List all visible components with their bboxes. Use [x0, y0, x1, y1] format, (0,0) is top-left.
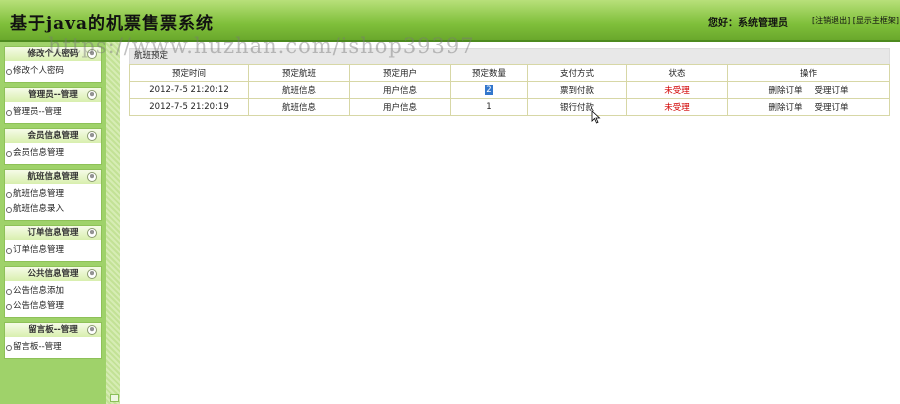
sidebar-group-members: 会员信息管理 ⊗ 会员信息管理 [4, 128, 102, 165]
sidebar-item-members[interactable]: 会员信息管理 [5, 146, 101, 161]
collapse-icon[interactable]: ⊗ [87, 228, 97, 238]
group-header[interactable]: 管理员--管理 ⊗ [5, 88, 101, 102]
delete-order-link[interactable]: 删除订单 [768, 86, 802, 96]
sidebar-item-orders[interactable]: 订单信息管理 [5, 243, 101, 258]
sidebar-group-flights: 航班信息管理 ⊗ 航班信息管理 航班信息录入 [4, 169, 102, 221]
collapse-icon[interactable]: ⊗ [87, 90, 97, 100]
sidebar-group-notices: 公共信息管理 ⊗ 公告信息添加 公告信息管理 [4, 266, 102, 318]
group-header[interactable]: 航班信息管理 ⊗ [5, 170, 101, 184]
accept-order-link[interactable]: 受理订单 [815, 103, 849, 113]
sidebar-group-admin: 管理员--管理 ⊗ 管理员--管理 [4, 87, 102, 124]
sidebar-group-password: 修改个人密码 ⊗ 修改个人密码 [4, 46, 102, 83]
payment-method: 银行付款 [527, 98, 627, 116]
bookings-table: 预定时间 预定航班 预定用户 预定数量 支付方式 状态 操作 2012-7-5 … [129, 64, 890, 116]
flight-info-link[interactable]: 航班信息 [248, 98, 350, 116]
mouse-cursor-icon [591, 110, 601, 124]
column-header: 操作 [727, 64, 890, 82]
table-row: 2012-7-5 21:20:19 航班信息 用户信息 1 银行付款 未受理 删… [129, 98, 890, 116]
group-header[interactable]: 订单信息管理 ⊗ [5, 226, 101, 240]
sidebar: 修改个人密码 ⊗ 修改个人密码 管理员--管理 ⊗ 管理员--管理 会员信息管理 ⊗ … [0, 42, 106, 404]
column-header: 预定航班 [248, 64, 350, 82]
column-header: 预定时间 [129, 64, 249, 82]
show-frame-link[interactable]: [显示主框架] [853, 16, 899, 25]
group-header[interactable]: 留言板--管理 ⊗ [5, 323, 101, 337]
sidebar-item-flight-manage[interactable]: 航班信息管理 [5, 187, 101, 202]
column-header: 预定用户 [349, 64, 451, 82]
status-badge: 未受理 [626, 81, 728, 99]
column-header: 预定数量 [450, 64, 528, 82]
flight-info-link[interactable]: 航班信息 [248, 81, 350, 99]
collapse-icon[interactable]: ⊗ [87, 172, 97, 182]
booking-time: 2012-7-5 21:20:12 [129, 81, 249, 99]
header-links: [注销退出] [显示主框架] [812, 15, 899, 26]
group-header[interactable]: 公共信息管理 ⊗ [5, 267, 101, 281]
sidebar-item-flight-entry[interactable]: 航班信息录入 [5, 202, 101, 217]
app-title: 基于java的机票售票系统 [10, 14, 215, 34]
column-header: 状态 [626, 64, 728, 82]
row-actions: 删除订单 受理订单 [727, 98, 890, 116]
scroll-button[interactable] [110, 394, 119, 402]
status-badge: 未受理 [626, 98, 728, 116]
collapse-icon[interactable]: ⊗ [87, 49, 97, 59]
sidebar-splitter[interactable] [106, 42, 120, 404]
booking-quantity: 2 [450, 81, 528, 99]
user-info-link[interactable]: 用户信息 [349, 81, 451, 99]
selected-text: 2 [485, 85, 493, 95]
sidebar-item-notice-add[interactable]: 公告信息添加 [5, 284, 101, 299]
sidebar-group-messages: 留言板--管理 ⊗ 留言板--管理 [4, 322, 102, 359]
group-header[interactable]: 会员信息管理 ⊗ [5, 129, 101, 143]
logout-link[interactable]: [注销退出] [812, 16, 850, 25]
group-header[interactable]: 修改个人密码 ⊗ [5, 47, 101, 61]
app-header: 基于java的机票售票系统 您好：系统管理员 [注销退出] [显示主框架] [0, 0, 900, 42]
row-actions: 删除订单 受理订单 [727, 81, 890, 99]
accept-order-link[interactable]: 受理订单 [815, 86, 849, 96]
sidebar-item-notice-manage[interactable]: 公告信息管理 [5, 299, 101, 314]
sidebar-item-messages[interactable]: 留言板--管理 [5, 340, 101, 355]
delete-order-link[interactable]: 删除订单 [768, 103, 802, 113]
sidebar-item-admin[interactable]: 管理员--管理 [5, 105, 101, 120]
sidebar-item-change-password[interactable]: 修改个人密码 [5, 64, 101, 79]
collapse-icon[interactable]: ⊗ [87, 131, 97, 141]
column-header: 支付方式 [527, 64, 627, 82]
collapse-icon[interactable]: ⊗ [87, 325, 97, 335]
user-info-link[interactable]: 用户信息 [349, 98, 451, 116]
user-greeting: 您好：系统管理员 [708, 18, 788, 29]
panel-caption: 航班预定 [129, 48, 890, 64]
main-content: 航班预定 预定时间 预定航班 预定用户 预定数量 支付方式 状态 操作 2012… [129, 48, 890, 116]
collapse-icon[interactable]: ⊗ [87, 269, 97, 279]
booking-quantity: 1 [450, 98, 528, 116]
payment-method: 票到付款 [527, 81, 627, 99]
booking-time: 2012-7-5 21:20:19 [129, 98, 249, 116]
table-row: 2012-7-5 21:20:12 航班信息 用户信息 2 票到付款 未受理 删… [129, 81, 890, 99]
table-header-row: 预定时间 预定航班 预定用户 预定数量 支付方式 状态 操作 [129, 64, 890, 82]
sidebar-group-orders: 订单信息管理 ⊗ 订单信息管理 [4, 225, 102, 262]
